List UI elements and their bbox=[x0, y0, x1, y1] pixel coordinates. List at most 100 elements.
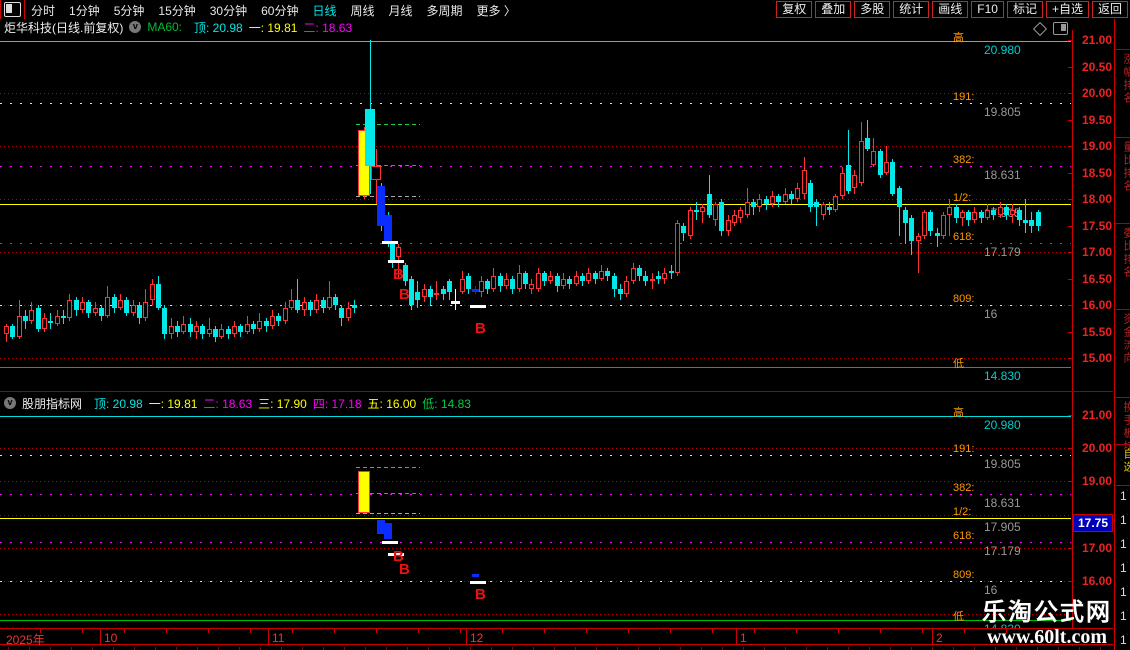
toolbar-button-复权[interactable]: 复权 bbox=[776, 1, 813, 18]
toolbar-button-叠加[interactable]: 叠加 bbox=[815, 1, 852, 18]
toolbar-button-统计[interactable]: 统计 bbox=[893, 1, 930, 18]
time-axis-tick bbox=[838, 629, 839, 633]
sidebar-list-number[interactable]: 1 bbox=[1120, 585, 1127, 599]
candle bbox=[719, 202, 724, 231]
candle bbox=[928, 212, 933, 231]
time-axis[interactable]: 2025年 10 11 12 1 2 bbox=[0, 628, 1113, 647]
legend-item: 一: 19.81 bbox=[248, 20, 298, 35]
candle bbox=[491, 276, 496, 289]
candle bbox=[219, 329, 224, 337]
sidebar-separator bbox=[1115, 137, 1130, 138]
candle bbox=[200, 326, 205, 334]
buy-signal-b: B bbox=[475, 586, 486, 603]
time-axis-tick bbox=[502, 629, 503, 633]
sidebar-item[interactable]: 资金流向 bbox=[1120, 313, 1130, 365]
candle bbox=[631, 268, 636, 281]
legend-item: 四: 17.18 bbox=[312, 396, 362, 411]
candle bbox=[29, 310, 34, 321]
candle bbox=[264, 321, 269, 326]
period-tab-日线[interactable]: 日线 bbox=[312, 2, 336, 19]
candle bbox=[181, 324, 186, 332]
chart-title: 炬华科技(日线.前复权) bbox=[4, 20, 124, 35]
sidebar-item[interactable]: 自选 bbox=[1120, 448, 1130, 474]
candle bbox=[124, 300, 129, 313]
candle bbox=[143, 302, 148, 318]
toolbar-button-标记[interactable]: 标记 bbox=[1006, 1, 1043, 18]
candle bbox=[485, 281, 490, 289]
period-tab-周线[interactable]: 周线 bbox=[350, 2, 374, 19]
candle bbox=[643, 276, 648, 281]
time-axis-month: 10 bbox=[104, 631, 118, 645]
level-value: 17.179 bbox=[984, 544, 1021, 558]
time-axis-tick bbox=[922, 629, 923, 633]
level-line-191: bbox=[0, 455, 1071, 456]
candle-wick bbox=[436, 281, 437, 300]
sidebar-list-number[interactable]: 1 bbox=[1120, 489, 1127, 503]
period-tab-分时[interactable]: 分时 bbox=[31, 2, 55, 19]
sidebar-list-number[interactable]: 1 bbox=[1120, 633, 1127, 647]
candle bbox=[10, 326, 15, 337]
sidebar-list-number[interactable]: 1 bbox=[1120, 561, 1127, 575]
level-line-1/2: bbox=[0, 518, 1071, 519]
period-tab-30分钟[interactable]: 30分钟 bbox=[210, 2, 247, 19]
y-axis-label: 17.50 bbox=[1081, 219, 1112, 233]
level-value: 19.805 bbox=[984, 457, 1021, 471]
candle bbox=[624, 281, 629, 294]
time-axis-tick bbox=[208, 629, 209, 633]
chevron-circle-icon[interactable]: v bbox=[4, 397, 16, 409]
sidebar-item[interactable]: 涨幅排名 bbox=[1120, 53, 1130, 105]
sidebar-list-number[interactable]: 1 bbox=[1120, 609, 1127, 623]
legend-item: 二: 18.63 bbox=[203, 396, 253, 411]
candle bbox=[1004, 207, 1009, 215]
sidebar-item[interactable]: 量比排名 bbox=[1120, 141, 1130, 193]
toolbar-button-多股[interactable]: 多股 bbox=[854, 1, 891, 18]
level-line-618: bbox=[0, 542, 1071, 543]
toolbar-button-+自选[interactable]: +自选 bbox=[1045, 1, 1089, 18]
time-axis-divider bbox=[100, 629, 101, 645]
level-value: 16 bbox=[984, 307, 998, 321]
candle bbox=[365, 109, 375, 166]
y-axis-label: 20.00 bbox=[1081, 441, 1112, 455]
candle bbox=[542, 273, 547, 281]
candle bbox=[276, 316, 281, 321]
candle bbox=[55, 316, 60, 324]
candle bbox=[770, 196, 775, 204]
window-icon-cell[interactable] bbox=[1, 0, 25, 19]
chevron-circle-icon[interactable]: v bbox=[129, 21, 142, 33]
candle bbox=[783, 194, 788, 202]
period-tab-更多 〉[interactable]: 更多 〉 bbox=[477, 2, 516, 19]
candle bbox=[479, 281, 484, 292]
period-tab-60分钟[interactable]: 60分钟 bbox=[261, 2, 298, 19]
candle bbox=[859, 141, 864, 183]
diamond-icon[interactable] bbox=[1032, 21, 1048, 37]
candle bbox=[314, 300, 319, 310]
candle bbox=[23, 316, 28, 321]
candle bbox=[707, 194, 712, 215]
candle bbox=[295, 300, 300, 310]
signal-white-dash bbox=[470, 581, 486, 584]
toolbar-button-返回[interactable]: 返回 bbox=[1091, 1, 1128, 18]
period-tab-多周期[interactable]: 多周期 bbox=[427, 2, 463, 19]
signal-ref-dash bbox=[356, 467, 420, 468]
period-tab-15分钟[interactable]: 15分钟 bbox=[158, 2, 195, 19]
toolbar-button-画线[interactable]: 画线 bbox=[932, 1, 969, 18]
level-line-高 bbox=[0, 416, 1071, 417]
split-window-icon[interactable] bbox=[1053, 22, 1068, 35]
doji-wick bbox=[455, 289, 456, 310]
sidebar-list-number[interactable]: 1 bbox=[1120, 537, 1127, 551]
sidebar-separator bbox=[1115, 397, 1130, 398]
period-tab-5分钟[interactable]: 5分钟 bbox=[114, 2, 145, 19]
candle bbox=[472, 289, 479, 292]
right-sidebar[interactable]: 涨幅排名量比排名委比排名资金流向换手板块 自选 1 1 1 1 1 1 1 bbox=[1114, 19, 1130, 650]
y-axis-label: 19.00 bbox=[1081, 474, 1112, 488]
candle bbox=[1023, 220, 1028, 223]
sidebar-item[interactable]: 委比排名 bbox=[1120, 227, 1130, 279]
period-tab-1分钟[interactable]: 1分钟 bbox=[69, 2, 100, 19]
candle bbox=[529, 284, 534, 289]
time-axis-month: 2 bbox=[936, 631, 943, 645]
sidebar-list-number[interactable]: 1 bbox=[1120, 513, 1127, 527]
time-axis-tick bbox=[376, 629, 377, 633]
toolbar-button-F10[interactable]: F10 bbox=[971, 1, 1004, 18]
period-tab-月线[interactable]: 月线 bbox=[389, 2, 413, 19]
sidebar-item[interactable]: 换手板块 bbox=[1120, 401, 1130, 453]
